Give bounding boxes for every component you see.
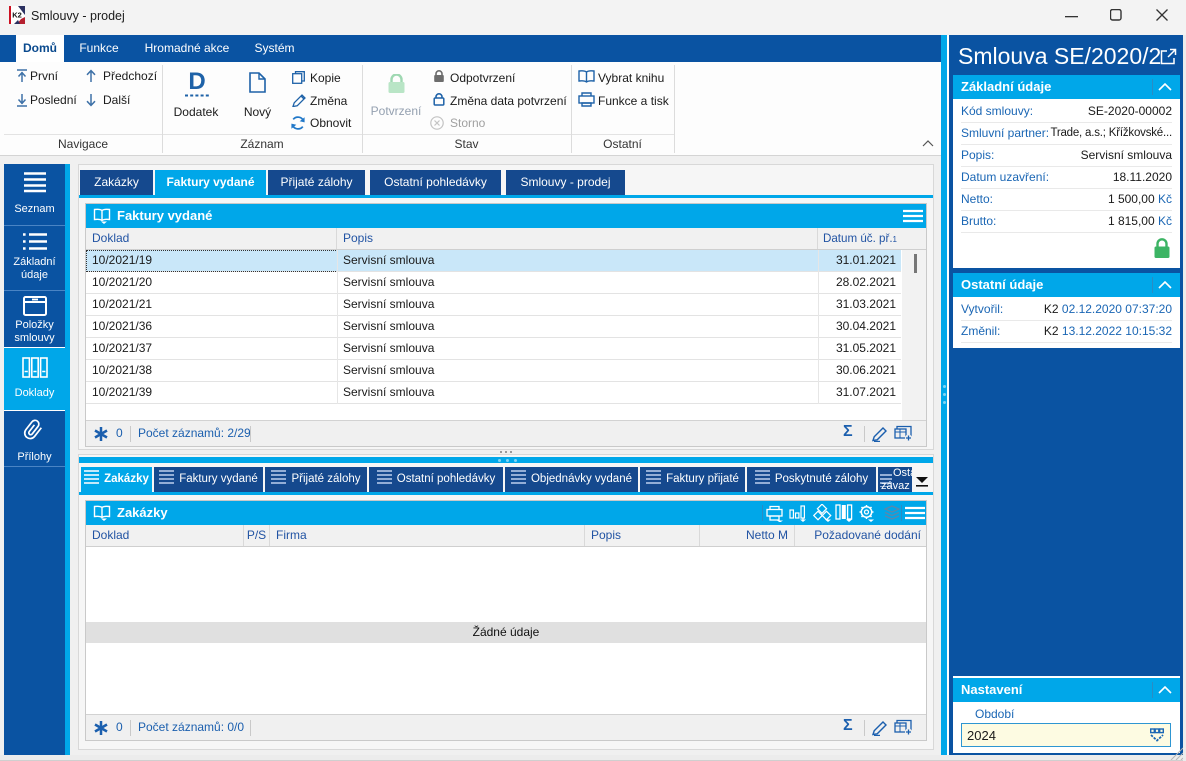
- svg-text:K2: K2: [12, 11, 22, 20]
